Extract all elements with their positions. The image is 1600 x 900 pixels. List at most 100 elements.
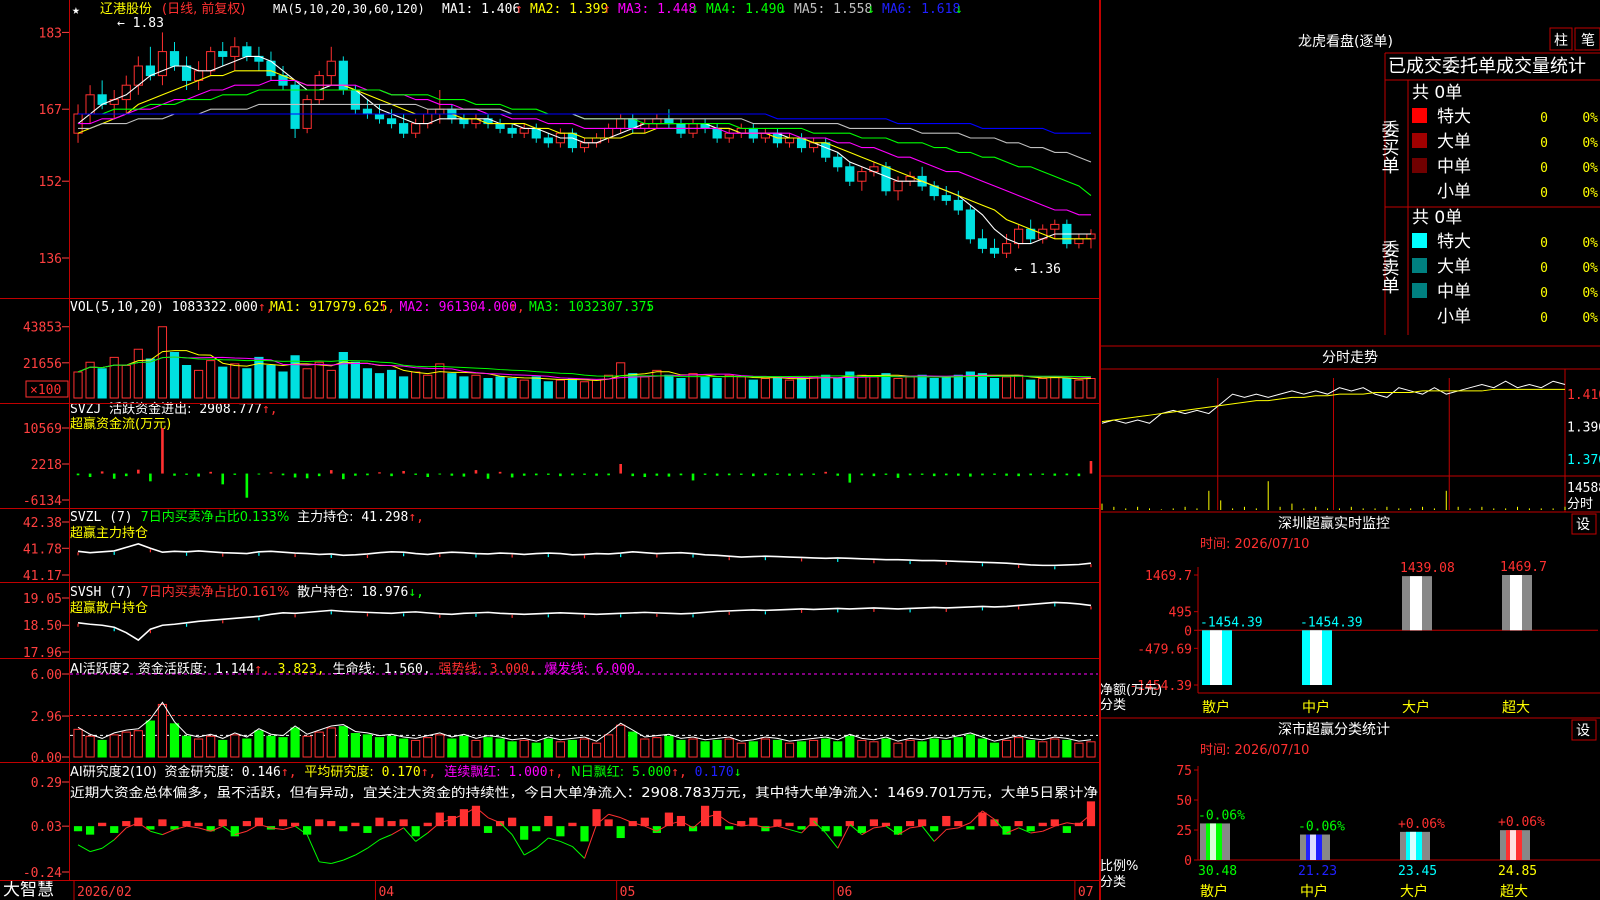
ai-active-bar[interactable] — [857, 739, 867, 758]
ai-research-bar[interactable] — [230, 826, 239, 837]
candle[interactable] — [230, 46, 240, 57]
ai-research-bar[interactable] — [1014, 821, 1023, 827]
candle[interactable] — [833, 156, 843, 168]
volume-bar[interactable] — [1038, 378, 1048, 399]
ai-active-bar[interactable] — [760, 738, 770, 758]
ai-active-bar[interactable] — [435, 734, 445, 758]
volume-bar[interactable] — [917, 374, 927, 399]
ai-research-bar[interactable] — [954, 821, 963, 827]
ai-active-bar[interactable] — [579, 738, 590, 758]
svzj-bar[interactable] — [366, 473, 369, 476]
ai-research-bar[interactable] — [616, 826, 625, 839]
candle[interactable] — [435, 108, 445, 115]
ai-active-bar[interactable] — [338, 726, 348, 758]
ai-research-bar[interactable] — [158, 819, 167, 827]
ai-active-bar[interactable] — [374, 737, 385, 758]
candle[interactable] — [616, 118, 626, 129]
ai-research-bar[interactable] — [881, 822, 891, 827]
ai-active-bar[interactable] — [206, 735, 216, 758]
volume-bar[interactable] — [772, 376, 783, 399]
svzj-bar[interactable] — [595, 473, 598, 476]
svzj-bar[interactable] — [209, 471, 212, 474]
svzj-bar[interactable] — [498, 471, 502, 474]
svzj-bar[interactable] — [667, 473, 671, 477]
svzj-bar[interactable] — [197, 473, 200, 477]
ai-research-bar[interactable] — [713, 810, 722, 827]
volume-bar[interactable] — [121, 365, 131, 399]
ai-research-bar[interactable] — [387, 821, 396, 827]
ai-active-bar[interactable] — [977, 738, 988, 758]
ai-research-bar[interactable] — [532, 826, 541, 832]
candle[interactable] — [941, 195, 951, 201]
ai-active-bar[interactable] — [833, 741, 843, 758]
volume-bar[interactable] — [869, 376, 879, 399]
ai-active-bar[interactable] — [411, 739, 421, 758]
candle[interactable] — [495, 123, 505, 129]
svzj-bar[interactable] — [378, 472, 381, 474]
ai-research-bar[interactable] — [423, 822, 432, 827]
svzj-bar[interactable] — [317, 473, 321, 477]
ai-active-bar[interactable] — [953, 737, 963, 758]
ai-active-bar[interactable] — [133, 730, 143, 758]
svzj-bar[interactable] — [486, 473, 490, 479]
candle[interactable] — [652, 118, 662, 125]
svzj-bar[interactable] — [354, 473, 357, 476]
ai-research-bar[interactable] — [303, 826, 312, 835]
candle[interactable] — [857, 171, 867, 182]
ai-research-bar[interactable] — [580, 826, 589, 842]
svzj-bar[interactable] — [860, 473, 864, 476]
volume-bar[interactable] — [447, 373, 457, 399]
svzj-bar[interactable] — [124, 473, 128, 477]
svzj-bar[interactable] — [739, 473, 743, 475]
svzj-bar[interactable] — [896, 473, 900, 478]
svzj-bar[interactable] — [655, 473, 659, 476]
svzj-bar[interactable] — [390, 473, 393, 477]
ai-active-bar[interactable] — [1026, 739, 1036, 758]
ai-active-bar[interactable] — [519, 739, 529, 758]
svzj-bar[interactable] — [245, 473, 249, 498]
candle[interactable] — [386, 118, 397, 125]
ai-research-bar[interactable] — [942, 815, 951, 827]
svzj-bar[interactable] — [257, 473, 261, 475]
right-sidebar[interactable]: 龙虎看盘(逐单) 柱 笔 已成交委托单成交量统计 委买单 委卖单 共 0单 共 … — [1100, 0, 1600, 900]
svzj-bar[interactable] — [679, 473, 683, 476]
svzj-bar[interactable] — [149, 473, 152, 482]
ai-active-bar[interactable] — [869, 741, 879, 758]
ai-active-bar[interactable] — [772, 739, 783, 758]
candle[interactable] — [1086, 233, 1096, 240]
ai-active-bar[interactable] — [507, 741, 517, 758]
candle[interactable] — [724, 132, 734, 139]
volume-bar[interactable] — [724, 374, 734, 399]
volume-bar[interactable] — [1062, 378, 1072, 399]
volume-bar[interactable] — [230, 363, 240, 399]
volume-bar[interactable] — [181, 365, 192, 399]
ai-active-bar[interactable] — [640, 738, 650, 758]
ai-research-bar[interactable] — [592, 809, 601, 827]
svzj-bar[interactable] — [571, 473, 574, 476]
volume-bar[interactable] — [495, 376, 505, 399]
ai-research-bar[interactable] — [194, 822, 203, 827]
svzj-bar[interactable] — [1017, 473, 1020, 477]
candle[interactable] — [362, 108, 373, 115]
ai-research-bar[interactable] — [98, 822, 107, 827]
candle[interactable] — [181, 65, 192, 81]
volume-bar[interactable] — [1001, 376, 1012, 399]
svzj-bar[interactable] — [305, 473, 309, 479]
ai-research-bar[interactable] — [978, 812, 987, 827]
ai-active-bar[interactable] — [314, 731, 324, 758]
volume-bar[interactable] — [374, 373, 385, 399]
volume-bar[interactable] — [242, 368, 252, 399]
svzj-bar[interactable] — [969, 473, 972, 477]
ai-active-bar[interactable] — [724, 738, 734, 758]
ai-research-bar[interactable] — [73, 826, 83, 832]
svzj-bar[interactable] — [691, 473, 695, 481]
ai-active-bar[interactable] — [604, 734, 614, 758]
svzj-bar[interactable] — [824, 471, 827, 474]
ai-research-bar[interactable] — [363, 826, 372, 833]
ai-active-bar[interactable] — [121, 731, 131, 758]
volume-bar[interactable] — [989, 378, 1000, 399]
volume-bar[interactable] — [314, 361, 324, 399]
candle[interactable] — [953, 199, 963, 211]
svzj-bar[interactable] — [450, 473, 454, 476]
svzj-bar[interactable] — [1077, 473, 1081, 477]
